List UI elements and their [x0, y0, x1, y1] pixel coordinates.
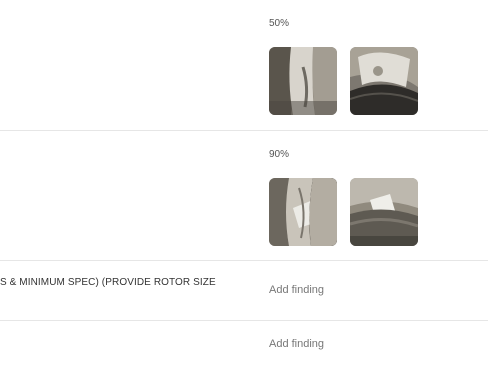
rotor-photo-image — [350, 178, 418, 246]
rotor-photo-thumbnail[interactable] — [269, 178, 337, 246]
rotor-photo-image — [350, 47, 418, 115]
section-divider — [0, 320, 488, 321]
inspection-checklist: 50% 90% S & MINIMUM SPEC) (PROVIDE ROTOR… — [0, 0, 488, 366]
add-finding-button[interactable]: Add finding — [269, 284, 324, 296]
rotor-photo-thumbnail[interactable] — [350, 47, 418, 115]
section-divider — [0, 130, 488, 131]
rotor-photo-thumbnail[interactable] — [269, 47, 337, 115]
rotor-photo-image — [269, 47, 337, 115]
finding-percent: 90% — [269, 149, 290, 160]
finding-percent: 50% — [269, 18, 290, 29]
section-divider — [0, 260, 488, 261]
checklist-item-label: S & MINIMUM SPEC) (PROVIDE ROTOR SIZE — [0, 277, 216, 288]
rotor-photo-image — [269, 178, 337, 246]
add-finding-button[interactable]: Add finding — [269, 338, 324, 350]
rotor-photo-thumbnail[interactable] — [350, 178, 418, 246]
